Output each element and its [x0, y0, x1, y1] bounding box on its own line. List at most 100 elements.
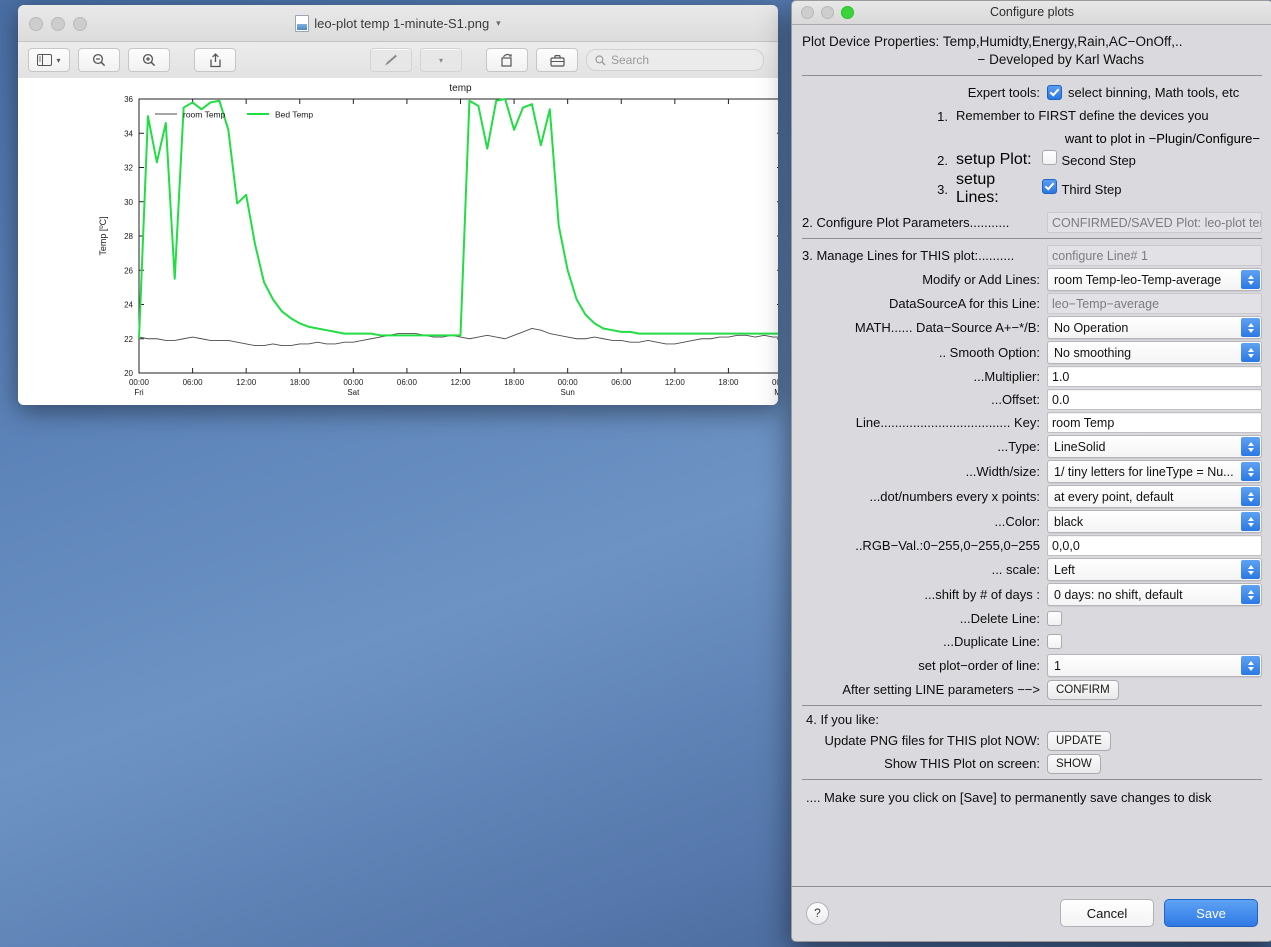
setup-plot-checkbox[interactable]	[1042, 150, 1057, 166]
setup-lines-checkbox[interactable]	[1042, 179, 1057, 195]
section-3-label: 3. Manage Lines for THIS plot:..........	[802, 248, 1015, 264]
dialog-header-line-1: Plot Device Properties: Temp,Humidty,Ene…	[802, 34, 1183, 49]
help-button[interactable]: ?	[806, 901, 829, 925]
confirm-button[interactable]: CONFIRM	[1047, 679, 1119, 700]
update-png-label: Update PNG files for THIS plot NOW:	[824, 733, 1040, 749]
field-select[interactable]: black	[1047, 510, 1262, 534]
y-tick-label: 34	[124, 129, 133, 138]
field-select-value: room Temp-leo-Temp-average	[1054, 272, 1222, 287]
chevron-up-icon	[1247, 516, 1254, 521]
stepper-button[interactable]	[1241, 343, 1260, 363]
field-row: ... scale: Left	[802, 558, 1262, 582]
chevron-down-icon	[1247, 497, 1254, 502]
x-tick-label: 00:00	[558, 378, 579, 387]
sidebar-toggle-button[interactable]: ▾	[28, 48, 70, 72]
divider	[802, 238, 1262, 240]
field-select-value: No smoothing	[1054, 345, 1132, 360]
stepper-button[interactable]	[1241, 585, 1260, 605]
search-input[interactable]: Search	[586, 49, 764, 71]
field-input[interactable]: 0,0,0	[1047, 535, 1262, 557]
show-plot-label: Show THIS Plot on screen:	[884, 756, 1040, 772]
field-row: ...Color: black	[802, 510, 1262, 534]
field-label: ...Type:	[997, 439, 1040, 455]
field-row: Modify or Add Lines: room Temp-leo-Temp-a…	[802, 268, 1262, 292]
y-tick-label: 36	[124, 95, 133, 104]
zoom-out-icon	[92, 53, 106, 67]
field-select[interactable]: Left	[1047, 558, 1262, 582]
field-row: ...Type: LineSolid	[802, 435, 1262, 459]
chevron-down-icon[interactable]: ▾	[496, 18, 501, 29]
field-select[interactable]: at every point, default	[1047, 485, 1262, 509]
stepper-button[interactable]	[1241, 487, 1260, 507]
field-select[interactable]: 0 days: no shift, default	[1047, 583, 1262, 607]
zoom-out-button[interactable]	[78, 48, 120, 72]
y-tick-label: 26	[124, 266, 133, 275]
configure-plot-parameters-field: CONFIRMED/SAVED Plot: leo-plot tem	[1047, 212, 1262, 234]
stepper-button[interactable]	[1241, 462, 1260, 482]
expert-tools-checkbox[interactable]	[1047, 85, 1062, 101]
preview-titlebar[interactable]: leo-plot temp 1-minute-S1.png ▾	[18, 5, 778, 42]
x-tick-label: 18:00	[290, 378, 311, 387]
x-day-label: Fri	[134, 388, 144, 397]
field-row: DataSourceA for this Line: leo−Temp−avera…	[802, 293, 1262, 315]
markup-button[interactable]	[370, 48, 412, 72]
field-select-value: No Operation	[1054, 320, 1129, 335]
field-select-value: 1	[1054, 658, 1061, 673]
field-input[interactable]: 1.0	[1047, 366, 1262, 388]
field-select[interactable]: 1	[1047, 654, 1262, 678]
stepper-button[interactable]	[1241, 656, 1260, 676]
x-tick-label: 18:00	[504, 378, 525, 387]
field-checkbox[interactable]	[1047, 634, 1062, 650]
step-3-label: setup Lines:	[956, 171, 999, 207]
rotate-button[interactable]	[486, 48, 528, 72]
divider	[802, 779, 1262, 781]
toolkit-button[interactable]	[536, 48, 578, 72]
stepper-button[interactable]	[1241, 560, 1260, 580]
markup-options-button[interactable]: ▾	[420, 48, 462, 72]
field-checkbox[interactable]	[1047, 611, 1062, 627]
step-1-number: 1.	[937, 108, 948, 124]
zoom-in-button[interactable]	[128, 48, 170, 72]
field-row: ..RGB−Val.:0−255,0−255,0−255 0,0,0	[802, 535, 1262, 557]
cancel-button[interactable]: Cancel	[1060, 899, 1154, 927]
field-select-value: LineSolid	[1054, 439, 1106, 454]
legend-label: Bed Temp	[275, 110, 313, 120]
expert-tools-row: Expert tools: select binning, Math tools…	[802, 82, 1262, 103]
legend-label: room Temp	[183, 110, 226, 120]
field-select[interactable]: No smoothing	[1047, 341, 1262, 365]
field-select-value: at every point, default	[1054, 489, 1174, 504]
stepper-button[interactable]	[1241, 437, 1260, 457]
field-select[interactable]: LineSolid	[1047, 435, 1262, 459]
stepper-button[interactable]	[1241, 270, 1260, 290]
field-label: ...Multiplier:	[973, 369, 1040, 385]
step-1-text-continued: want to plot in −Plugin/Configure−	[1064, 130, 1260, 146]
field-label: ...Width/size:	[965, 464, 1040, 480]
field-row: set plot−order of line: 1	[802, 654, 1262, 678]
step-1-row: 1. Remember to FIRST define the devices …	[802, 105, 1262, 127]
manage-lines-field: configure Line# 1	[1047, 245, 1262, 267]
manage-lines-row: 3. Manage Lines for THIS plot:..........…	[802, 245, 1262, 267]
chevron-up-icon	[1247, 589, 1254, 594]
field-select[interactable]: 1/ tiny letters for lineType = Nu...	[1047, 460, 1262, 484]
chevron-up-icon	[1247, 322, 1254, 327]
configure-plot-parameters-row: 2. Configure Plot Parameters........... …	[802, 212, 1262, 234]
field-input[interactable]: room Temp	[1047, 412, 1262, 434]
chevron-down-icon: ▾	[438, 55, 443, 65]
field-label: DataSourceA for this Line:	[888, 296, 1040, 312]
x-day-label: Sat	[347, 388, 360, 397]
save-button[interactable]: Save	[1164, 899, 1258, 927]
field-input[interactable]: 0.0	[1047, 389, 1262, 411]
chart: temp 20 22 24 26 28 30 32 34 36 Temp [ºC] 00:00 Fri 0…	[18, 78, 778, 405]
stepper-button[interactable]	[1241, 318, 1260, 338]
field-row: ...Multiplier: 1.0	[802, 366, 1262, 388]
show-button[interactable]: SHOW	[1047, 753, 1101, 774]
x-tick-label: 12:00	[450, 378, 471, 387]
update-button[interactable]: UPDATE	[1047, 730, 1111, 751]
field-select[interactable]: No Operation	[1047, 316, 1262, 340]
chevron-down-icon	[1247, 595, 1254, 600]
field-select-value: Left	[1054, 562, 1075, 577]
dialog-titlebar[interactable]: Configure plots	[792, 1, 1271, 25]
field-select[interactable]: room Temp-leo-Temp-average	[1047, 268, 1262, 292]
stepper-button[interactable]	[1241, 512, 1260, 532]
share-button[interactable]	[194, 48, 236, 72]
